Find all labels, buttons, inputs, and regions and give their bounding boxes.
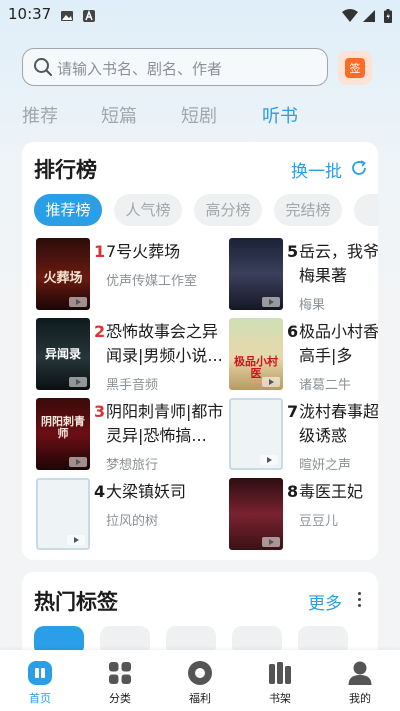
- book-author: 诸葛二牛: [299, 378, 352, 393]
- signal-icon: [362, 8, 376, 27]
- search-input[interactable]: 请输入书名、剧名、作者: [22, 48, 328, 86]
- more-options-icon[interactable]: [358, 592, 362, 608]
- nav-welfare[interactable]: 福利: [160, 650, 240, 711]
- swap-batch-label: 换一批: [291, 162, 342, 182]
- book-author: 优声传媒工作室: [106, 274, 198, 289]
- tab-recommend[interactable]: 推荐: [22, 102, 58, 128]
- nav-home[interactable]: 首页: [0, 650, 80, 711]
- welfare-icon: [187, 660, 213, 686]
- book-item[interactable]: 火葬场 1 7号火葬场 优声传媒工作室: [36, 238, 216, 310]
- book-title: 阴阳刺青师|都市灵异|恐怖搞...: [106, 402, 224, 445]
- status-time: 10:37: [8, 5, 52, 23]
- gallery-notification-icon: [60, 8, 74, 27]
- book-rank: 7: [287, 402, 299, 421]
- chip-top-rated-rank[interactable]: 高分榜: [194, 194, 262, 226]
- book-cover: [229, 238, 283, 310]
- book-author: 豆豆儿: [299, 514, 339, 529]
- book-title: 岳云，我爷|梅果著: [299, 242, 378, 285]
- play-icon: [67, 535, 85, 545]
- nav-profile[interactable]: 我的: [320, 650, 400, 711]
- play-icon: [69, 297, 87, 307]
- book-title: 恐怖故事会之异闻录|男频小说...: [106, 322, 223, 365]
- profile-icon: [347, 660, 373, 686]
- book-rank: 6: [287, 322, 299, 341]
- play-icon: [262, 377, 280, 387]
- play-icon: [262, 537, 280, 547]
- play-icon: [262, 297, 280, 307]
- hot-tags-title: 热门标签: [34, 590, 118, 614]
- nav-category[interactable]: 分类: [80, 650, 160, 711]
- nav-bookshelf-label: 书架: [269, 692, 291, 705]
- book-cover: [229, 478, 283, 550]
- nav-home-label: 首页: [29, 692, 51, 705]
- chip-popular-rank[interactable]: 人气榜: [114, 194, 182, 226]
- hot-tags-card: 热门标签 更多: [22, 572, 378, 662]
- play-icon: [69, 377, 87, 387]
- search-icon: [33, 57, 53, 81]
- book-cover: 火葬场: [36, 238, 90, 310]
- book-rank: 1: [94, 242, 106, 261]
- book-title: 毒医王妃: [299, 482, 364, 501]
- category-icon: [107, 660, 133, 686]
- cover-title: 火葬场: [43, 271, 83, 286]
- book-rank: 4: [94, 482, 106, 501]
- search-row: 请输入书名、剧名、作者 签: [22, 48, 374, 86]
- book-item[interactable]: 7 泷村春事超级诱惑 暄妍之声: [229, 398, 378, 473]
- nav-bookshelf[interactable]: 书架: [240, 650, 320, 711]
- book-title: 极品小村香高手|多: [299, 322, 378, 365]
- book-rank: 2: [94, 322, 106, 341]
- tab-short-stories[interactable]: 短篇: [101, 102, 137, 128]
- ranking-title: 排行榜: [34, 158, 97, 182]
- book-author: 黑手音频: [106, 378, 159, 393]
- book-rank: 5: [287, 242, 299, 261]
- bottom-nav: 首页 分类 福利 书架 我的: [0, 650, 400, 711]
- chip-recommend-rank[interactable]: 推荐榜: [34, 194, 102, 226]
- book-author: 拉风的树: [106, 514, 159, 529]
- book-cover: 异闻录: [36, 318, 90, 390]
- book-cover: 极品小村医: [229, 318, 283, 390]
- book-item[interactable]: 阴阳刺青师 3 阴阳刺青师|都市灵异|恐怖搞... 梦想旅行: [36, 398, 223, 473]
- play-icon: [69, 457, 87, 467]
- text-notification-icon: [82, 8, 96, 27]
- sign-in-icon: 签: [345, 58, 365, 78]
- book-item[interactable]: 4 大梁镇妖司 拉风的树: [36, 478, 216, 550]
- book-title: 7号火葬场: [106, 242, 181, 261]
- battery-icon: [384, 8, 392, 27]
- ranking-card: 排行榜 换一批 推荐榜 人气榜 高分榜 完结榜 火葬场 1 7号火葬场 优声传媒…: [22, 142, 378, 560]
- book-author: 梅果: [299, 298, 326, 313]
- book-cover: [229, 398, 283, 470]
- wifi-icon: [342, 8, 358, 27]
- nav-welfare-label: 福利: [189, 692, 211, 705]
- nav-profile-label: 我的: [349, 692, 371, 705]
- book-rank: 3: [94, 402, 106, 421]
- tab-short-dramas[interactable]: 短剧: [181, 102, 217, 128]
- book-author: 梦想旅行: [106, 458, 159, 473]
- search-placeholder: 请输入书名、剧名、作者: [57, 60, 223, 78]
- refresh-icon: [350, 159, 368, 181]
- book-author: 暄妍之声: [299, 458, 352, 473]
- book-item[interactable]: 8 毒医王妃 豆豆儿: [229, 478, 378, 550]
- tab-audiobooks[interactable]: 听书: [262, 102, 298, 128]
- play-icon: [260, 455, 278, 465]
- home-icon: [27, 660, 53, 686]
- bookshelf-icon: [267, 660, 293, 686]
- cover-title: 阴阳刺青师: [41, 415, 85, 440]
- book-cover: 阴阳刺青师: [36, 398, 90, 470]
- book-rank: 8: [287, 482, 299, 501]
- book-item[interactable]: 5 岳云，我爷|梅果著 梅果: [229, 238, 378, 313]
- book-cover: [36, 478, 90, 550]
- cover-title: 异闻录: [44, 347, 81, 361]
- chip-more-rank[interactable]: [354, 194, 378, 226]
- more-button[interactable]: 更多: [308, 589, 342, 614]
- sign-in-button[interactable]: 签: [338, 51, 372, 85]
- status-bar: 10:37: [0, 0, 400, 30]
- book-title: 大梁镇妖司: [106, 482, 187, 501]
- chip-completed-rank[interactable]: 完结榜: [274, 194, 342, 226]
- book-item[interactable]: 极品小村医 6 极品小村香高手|多 诸葛二牛: [229, 318, 378, 393]
- book-item[interactable]: 异闻录 2 恐怖故事会之异闻录|男频小说... 黑手音频: [36, 318, 223, 393]
- cover-title: 极品小村医: [234, 355, 278, 380]
- nav-category-label: 分类: [109, 692, 131, 705]
- book-title: 泷村春事超级诱惑: [299, 402, 378, 445]
